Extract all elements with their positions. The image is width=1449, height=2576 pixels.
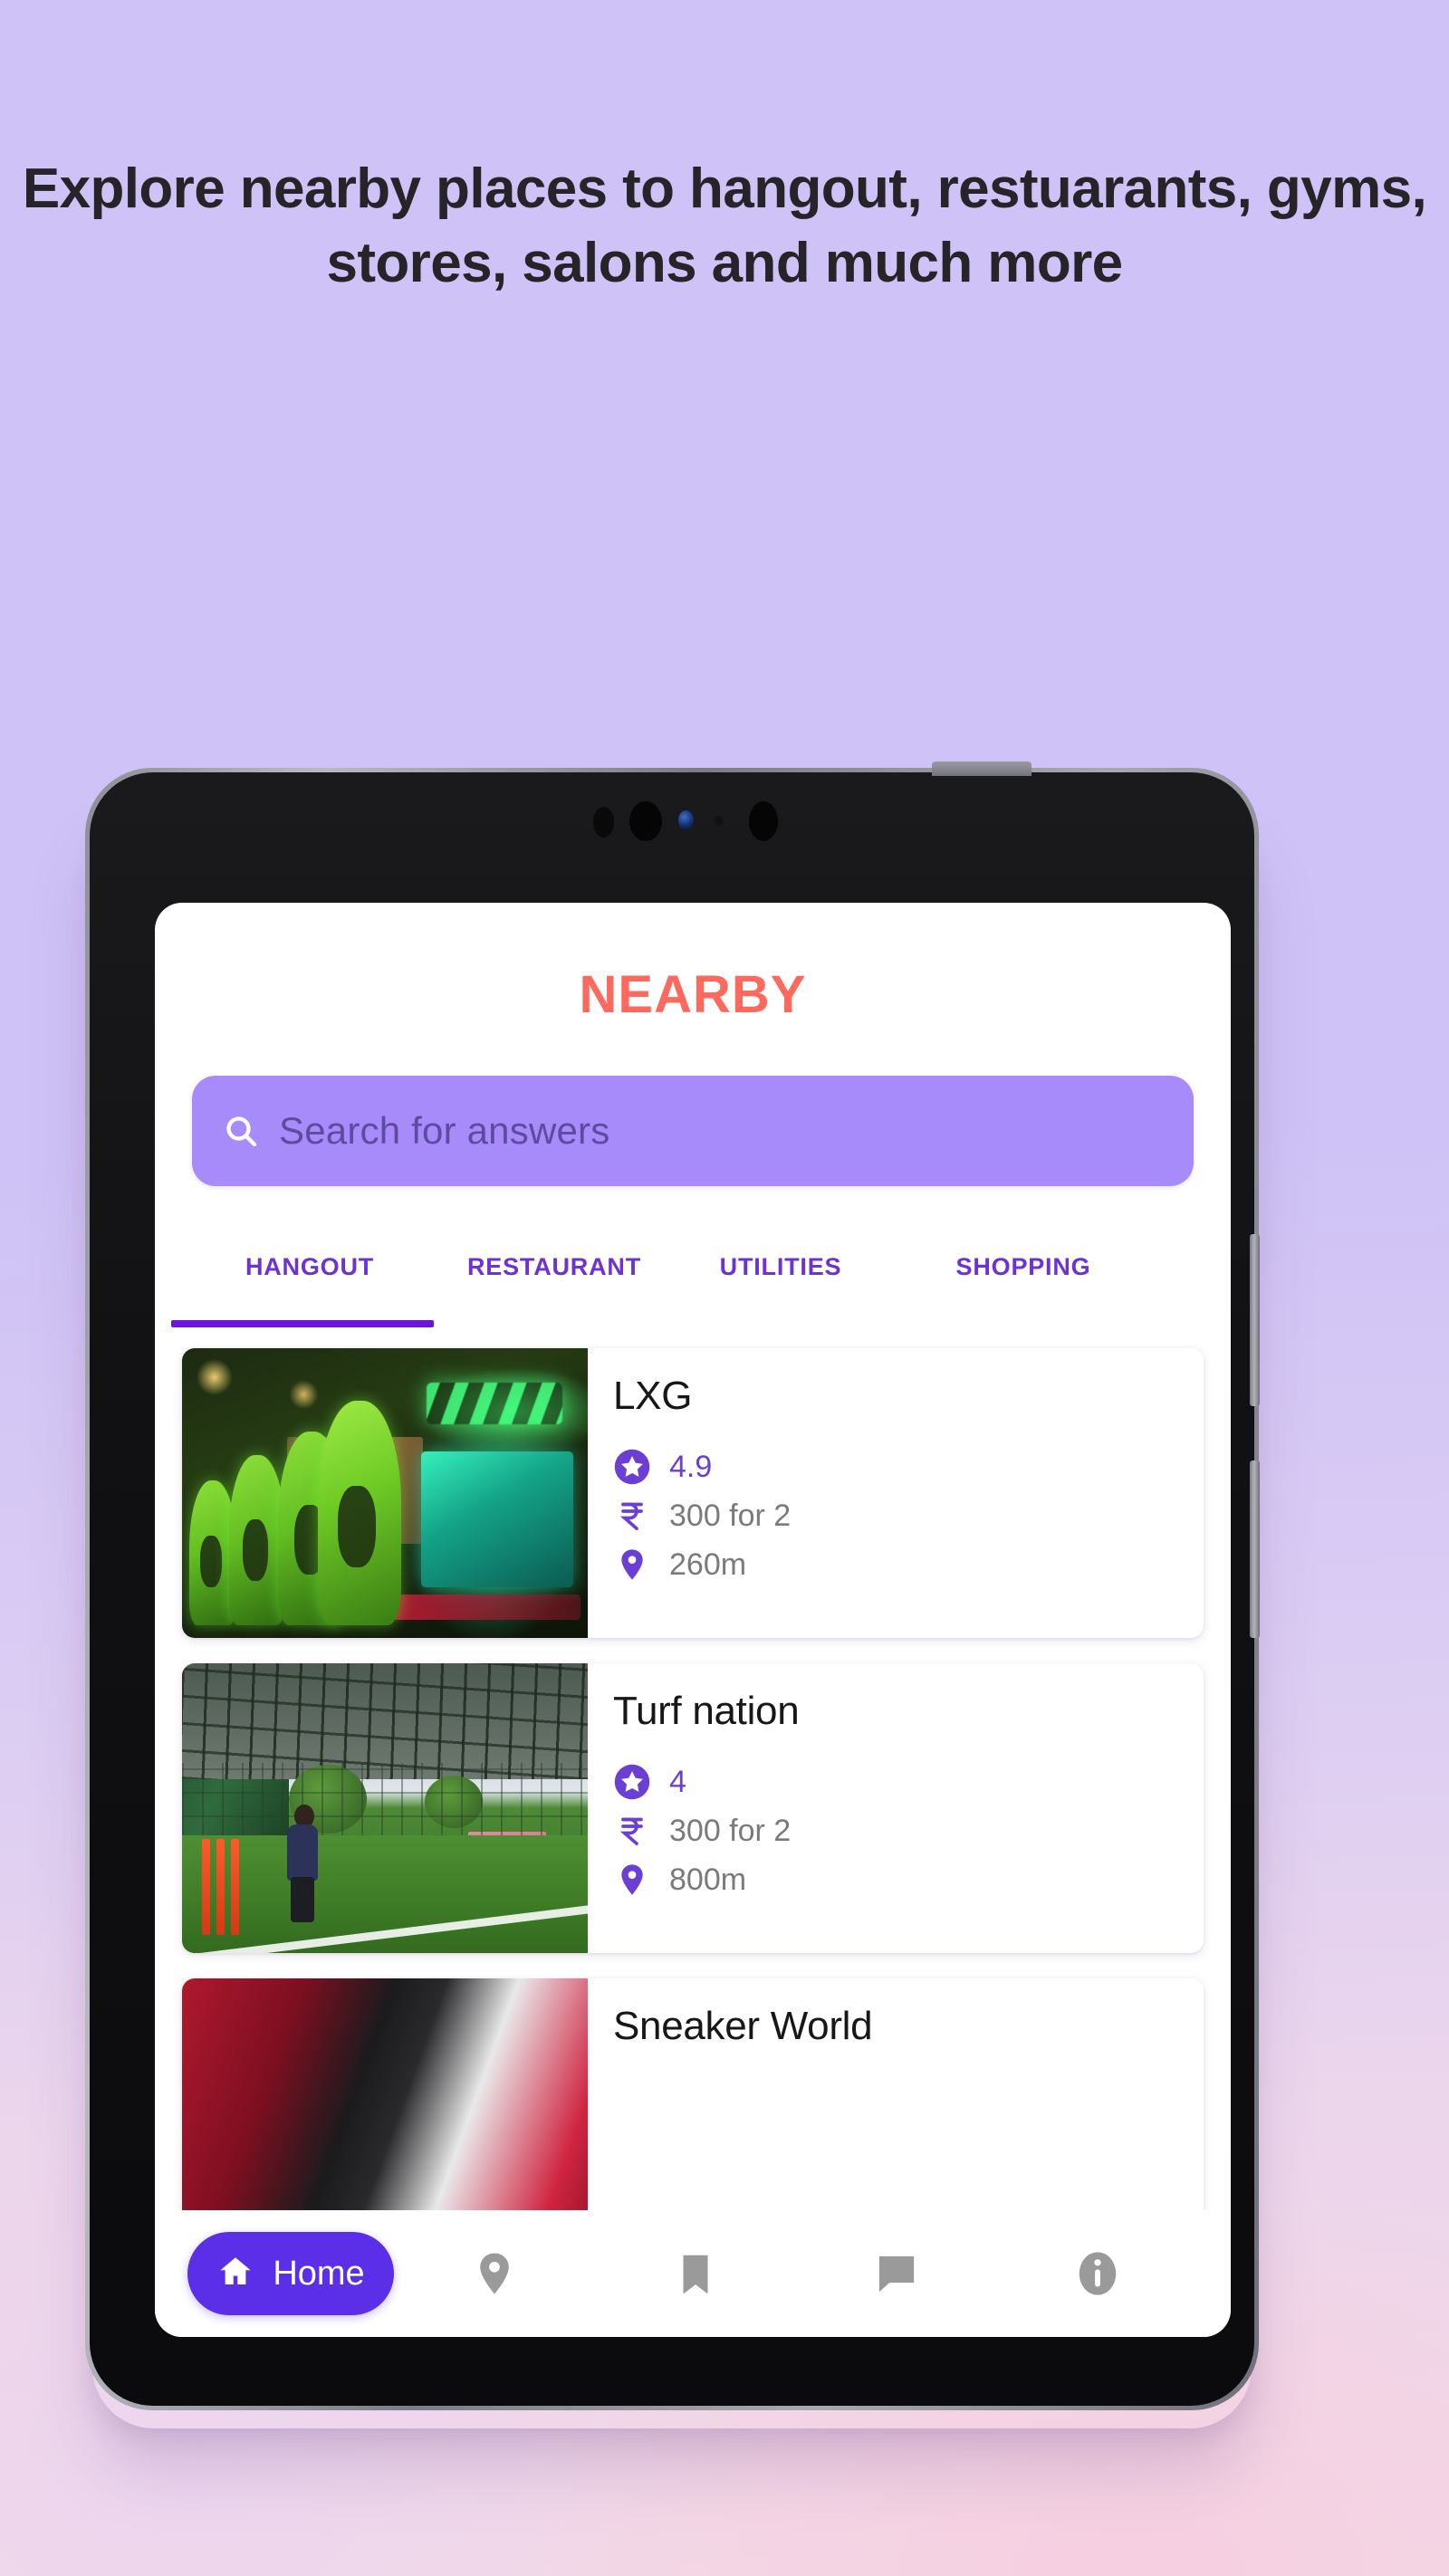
- place-list: LXG 4.9 300 for 2 260m Turf nation 4 300…: [155, 1348, 1231, 2268]
- chat-icon: [878, 2255, 915, 2293]
- place-name: Turf nation: [613, 1689, 800, 1733]
- tablet-mockup: NEARBY Search for answers HANGOUT RESTAU…: [69, 744, 1273, 2421]
- bookmark-icon: [683, 2255, 708, 2294]
- place-distance-row: 260m: [613, 1540, 1204, 1589]
- place-card-body: Turf nation 4 300 for 2 800m: [588, 1663, 1204, 1953]
- front-camera-array: [90, 772, 1254, 879]
- volume-down-button[interactable]: [1250, 1460, 1260, 1638]
- nav-item-chat[interactable]: [796, 2249, 997, 2298]
- place-price-row: 300 for 2: [613, 1806, 1204, 1855]
- place-name: Sneaker World: [613, 2004, 873, 2048]
- place-card[interactable]: LXG 4.9 300 for 2 260m: [182, 1348, 1204, 1638]
- active-tab-indicator: [171, 1320, 434, 1327]
- nav-item-home[interactable]: Home: [187, 2232, 394, 2315]
- place-card-body: LXG 4.9 300 for 2 260m: [588, 1348, 1204, 1638]
- map-pin-icon: [480, 2253, 509, 2294]
- nav-item-home-label: Home: [273, 2254, 365, 2293]
- place-distance: 800m: [669, 1862, 747, 1897]
- roof-truss-decor: [182, 1663, 588, 1779]
- place-price: 300 for 2: [669, 1498, 792, 1533]
- star-badge-icon: [613, 1763, 651, 1801]
- app-screen: NEARBY Search for answers HANGOUT RESTAU…: [155, 903, 1231, 2337]
- info-icon: [1079, 2252, 1117, 2295]
- tablet-body: NEARBY Search for answers HANGOUT RESTAU…: [90, 761, 1260, 2406]
- place-distance: 260m: [669, 1547, 747, 1582]
- category-tabs: HANGOUT RESTAURANT UTILITIES SHOPPING: [155, 1244, 1231, 1327]
- place-name: LXG: [613, 1374, 693, 1418]
- search-icon: [223, 1113, 259, 1149]
- volume-up-button[interactable]: [1250, 1234, 1260, 1406]
- nav-item-saved[interactable]: [595, 2249, 796, 2298]
- place-rating: 4.9: [669, 1449, 713, 1484]
- app-title: NEARBY: [579, 965, 807, 1024]
- search-bar[interactable]: Search for answers: [192, 1076, 1194, 1186]
- place-rating-row: 4.9: [613, 1442, 1204, 1491]
- home-icon: [216, 2253, 254, 2295]
- player-decor: [283, 1805, 321, 1930]
- tab-restaurant[interactable]: RESTAURANT: [441, 1244, 667, 1281]
- place-price: 300 for 2: [669, 1813, 792, 1848]
- sensor-icon: [593, 807, 614, 838]
- map-pin-icon: [613, 1861, 651, 1899]
- chair-decor: [318, 1401, 401, 1625]
- chair-decor: [229, 1455, 285, 1625]
- camera-lens-blue-icon: [678, 810, 694, 830]
- nav-item-info[interactable]: [997, 2249, 1198, 2298]
- tab-shopping[interactable]: SHOPPING: [894, 1244, 1153, 1281]
- gaming-chairs-decor: [182, 1348, 588, 1638]
- star-badge-icon: [613, 1448, 651, 1486]
- place-rating-row: 4: [613, 1757, 1204, 1806]
- led-indicator-icon: [715, 816, 723, 826]
- place-distance-row: 800m: [613, 1855, 1204, 1904]
- place-rating: 4: [669, 1764, 686, 1799]
- map-pin-icon: [613, 1546, 651, 1584]
- tab-hangout[interactable]: HANGOUT: [178, 1244, 441, 1281]
- tab-utilities[interactable]: UTILITIES: [667, 1244, 894, 1281]
- place-card[interactable]: Turf nation 4 300 for 2 800m: [182, 1663, 1204, 1953]
- gaming-cafe-thumbnail: [182, 1348, 588, 1638]
- search-input[interactable]: Search for answers: [279, 1109, 609, 1153]
- bottom-navigation-bar: Home: [155, 2210, 1231, 2337]
- cricket-stumps-decor: [202, 1839, 242, 1935]
- rupee-icon: [613, 1812, 651, 1850]
- nav-item-places[interactable]: [394, 2249, 595, 2298]
- turf-ground-thumbnail: [182, 1663, 588, 1953]
- place-price-row: 300 for 2: [613, 1491, 1204, 1540]
- promo-headline: Explore nearby places to hangout, restua…: [22, 158, 1427, 294]
- camera-lens-secondary-icon: [749, 801, 778, 841]
- camera-lens-icon: [629, 801, 662, 841]
- rupee-icon: [613, 1497, 651, 1535]
